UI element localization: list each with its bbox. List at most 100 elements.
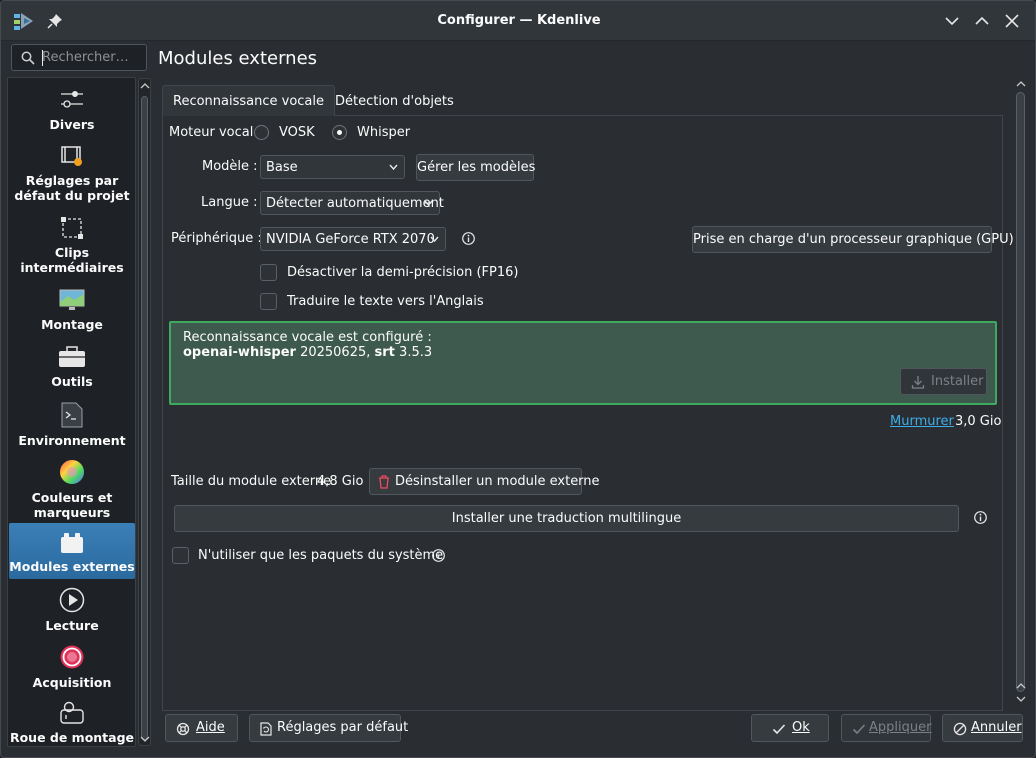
package-version: 3.5.3 [399, 345, 433, 360]
model-select[interactable]: Base [260, 155, 405, 179]
apply-button[interactable]: Appliquer [841, 714, 931, 742]
sliders-icon [61, 91, 83, 108]
sidebar-item-label: Acquisition [32, 675, 112, 690]
sidebar-item-plugins[interactable]: Modules externes [9, 523, 135, 579]
device-select-value: NVIDIA GeForce RTX 2070 [266, 232, 435, 247]
chevron-down-icon [389, 164, 398, 171]
sidebar-item-label: Outils [51, 374, 93, 389]
help-icon [176, 722, 190, 736]
device-info-icon[interactable] [462, 232, 475, 245]
scroll-down-icon[interactable] [1016, 694, 1026, 704]
gpu-support-button[interactable]: Prise en charge d'un processeur graphiqu… [692, 226, 1014, 253]
radio-vosk[interactable] [254, 125, 269, 140]
monitor-icon [59, 289, 85, 310]
sidebar-item-environment[interactable]: Environnement [9, 402, 135, 452]
sidebar-item-label: Divers [49, 117, 95, 132]
sidebar-scrollbar-thumb[interactable] [141, 96, 148, 740]
search-input[interactable]: Rechercher… [11, 44, 147, 71]
radio-whisper[interactable] [332, 125, 347, 140]
model-label: Modèle : [202, 159, 258, 174]
scroll-up-icon[interactable] [140, 81, 150, 91]
terminal-icon [61, 402, 83, 428]
sidebar-item-tools[interactable]: Outils [9, 345, 135, 395]
tab-object-detection[interactable]: Détection d'objets [324, 85, 465, 116]
maximize-button[interactable] [973, 12, 991, 30]
sidebar-item-divers[interactable]: Divers [9, 86, 135, 136]
scroll-up-icon[interactable] [1016, 681, 1026, 691]
device-select[interactable]: NVIDIA GeForce RTX 2070 [260, 227, 446, 251]
chevron-down-icon [430, 236, 439, 243]
search-placeholder: Rechercher… [42, 50, 129, 65]
package-name: openai-whisper [183, 345, 296, 360]
scroll-up-icon[interactable] [1016, 79, 1026, 89]
plugin-icon [61, 533, 83, 553]
system-packages-checkbox[interactable] [172, 547, 189, 564]
help-button-label: Aide [196, 720, 225, 735]
title-bar: Configurer — Kdenlive [1, 1, 1035, 41]
apply-button-label: Appliquer [869, 720, 932, 735]
sidebar-item-jog-wheel[interactable]: Roue de montage [9, 701, 135, 746]
module-size-label: Taille du module externe [171, 474, 332, 489]
package-version: 20250625, [300, 345, 371, 360]
translate-checkbox[interactable] [260, 293, 277, 310]
chevron-down-icon [424, 200, 433, 207]
trash-icon [379, 475, 389, 489]
fp16-checkbox[interactable] [260, 264, 277, 281]
system-packages-info-icon[interactable] [432, 549, 445, 562]
sidebar-item-montage[interactable]: Montage [9, 288, 135, 338]
jog-wheel-icon [60, 701, 84, 724]
device-label: Périphérique : [171, 231, 262, 246]
ok-button[interactable]: Ok [751, 714, 829, 742]
toolbox-icon [59, 346, 85, 367]
content-scrollbar[interactable] [1014, 77, 1028, 709]
help-button[interactable]: Aide [165, 714, 238, 742]
scroll-down-icon[interactable] [140, 734, 150, 744]
sidebar-item-project-defaults[interactable]: Réglages par défaut du projet [9, 144, 135, 206]
sidebar-scrollbar[interactable] [138, 78, 151, 746]
uninstall-module-button[interactable]: Désinstaller un module externe [369, 468, 600, 495]
status-packages: openai-whisper 20250625, srt 3.5.3 [183, 345, 432, 360]
uninstall-module-label: Désinstaller un module externe [395, 474, 600, 489]
module-size-value: 4,8 Gio [317, 474, 364, 489]
multilingual-info-icon[interactable] [974, 511, 987, 524]
model-select-value: Base [266, 160, 298, 175]
cancel-icon [953, 722, 967, 736]
model-link[interactable]: Murmurer [890, 414, 954, 429]
restore-defaults-button[interactable]: Réglages par défaut [249, 714, 408, 742]
tab-speech-recognition[interactable]: Reconnaissance vocale [162, 85, 336, 116]
sidebar-item-label: Lecture [45, 618, 99, 633]
document-revert-icon [260, 722, 272, 736]
sidebar-item-label: Couleurs et marqueurs [31, 490, 113, 520]
cancel-button[interactable]: Annuler [942, 714, 1023, 742]
sidebar-item-label: Montage [41, 317, 103, 332]
sidebar-item-proxy-clips[interactable]: Clips intermédiaires [9, 216, 135, 278]
sidebar-item-playback[interactable]: Lecture [9, 587, 135, 637]
checkmark-icon [772, 724, 786, 735]
translate-label[interactable]: Traduire le texte vers l'Anglais [287, 294, 484, 309]
install-button[interactable]: Installer [900, 368, 987, 395]
sidebar-item-label: Roue de montage [9, 730, 135, 745]
manage-models-button[interactable]: Gérer les modèles [416, 154, 535, 181]
engine-label: Moteur vocal [169, 125, 254, 140]
system-packages-label[interactable]: N'utiliser que les paquets du système [198, 548, 443, 563]
install-multilingual-button[interactable]: Installer une traduction multilingue [174, 505, 959, 532]
page-title: Modules externes [158, 48, 318, 69]
radio-vosk-label[interactable]: VOSK [279, 125, 315, 140]
language-select-value: Détecter automatiquement [266, 196, 444, 211]
language-label: Langue : [201, 195, 258, 210]
status-line: Reconnaissance vocale est configuré : [183, 330, 432, 345]
language-select[interactable]: Détecter automatiquement [260, 191, 444, 215]
minimize-button[interactable] [943, 12, 961, 30]
close-button[interactable] [1003, 12, 1021, 30]
record-icon [60, 645, 84, 669]
cancel-button-label: Annuler [971, 720, 1022, 735]
content-scrollbar-thumb[interactable] [1016, 92, 1025, 692]
sidebar-item-colors-markers[interactable]: Couleurs et marqueurs [9, 459, 135, 523]
sidebar-item-label: Environnement [18, 433, 126, 448]
checkmark-icon [852, 724, 866, 735]
color-wheel-icon [60, 460, 84, 484]
proxy-clip-icon [61, 217, 83, 239]
radio-whisper-label[interactable]: Whisper [357, 125, 410, 140]
fp16-label[interactable]: Désactiver la demi-précision (FP16) [287, 265, 518, 280]
sidebar-item-capture[interactable]: Acquisition [9, 644, 135, 694]
